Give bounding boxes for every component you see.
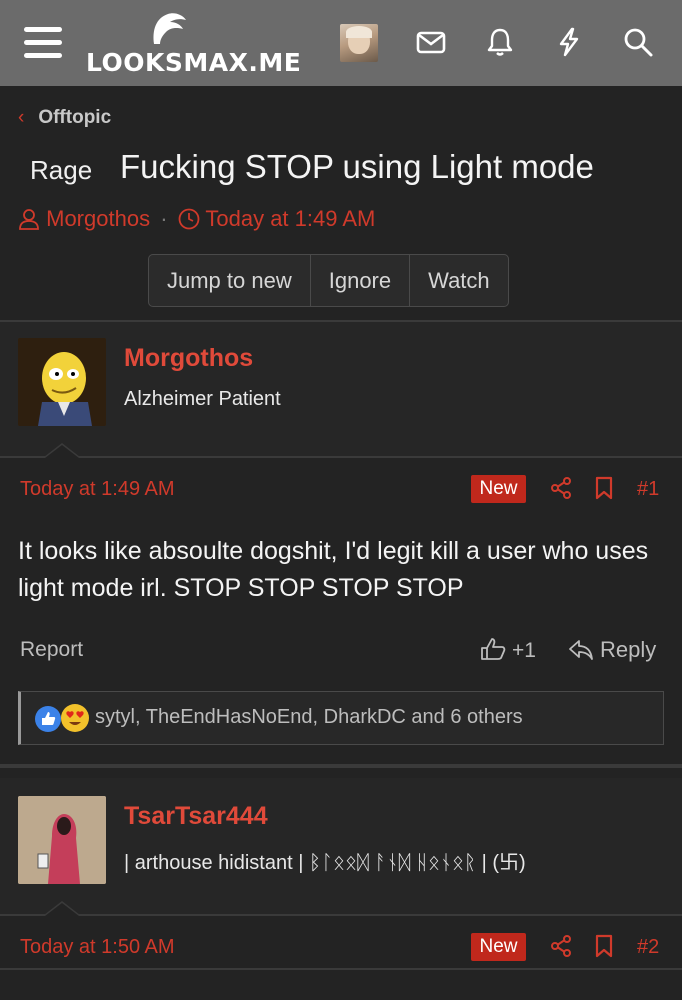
- page-title: Fucking STOP using Light mode: [120, 148, 594, 185]
- post-meta: Today at 1:49 AM New #1: [0, 458, 682, 518]
- user-arrow: [44, 901, 80, 916]
- like-button[interactable]: +1: [480, 637, 536, 663]
- breadcrumb-label: Offtopic: [38, 107, 112, 128]
- logo-text: LOOKSMAX.ME: [86, 48, 302, 77]
- post-number[interactable]: #2: [637, 936, 659, 959]
- like-reaction-icon: [35, 706, 61, 732]
- thumbs-up-icon: [481, 638, 506, 660]
- reaction-users: sytyl, TheEndHasNoEnd, DharkDC and 6 oth…: [95, 706, 523, 728]
- post-date[interactable]: Today at 1:49 AM: [20, 478, 175, 501]
- logo-hair-icon: [153, 13, 186, 44]
- watch-button[interactable]: Watch: [410, 255, 508, 306]
- post-username[interactable]: Morgothos: [124, 344, 253, 373]
- post-body: It looks like absoulte dogshit, I'd legi…: [18, 537, 649, 602]
- thread-author[interactable]: Morgothos: [46, 206, 150, 231]
- thread-actions: Jump to new Ignore Watch: [148, 254, 509, 307]
- bolt-icon[interactable]: [553, 26, 585, 58]
- envelope-icon[interactable]: [415, 26, 447, 58]
- search-icon[interactable]: [622, 26, 654, 58]
- divider: [0, 764, 682, 768]
- thread-meta: Morgothos · Today at 1:49 AM: [18, 206, 375, 232]
- user-arrow: [44, 443, 80, 458]
- post-user-block: TsarTsar444 | arthouse hidistant | ᛒᛚᛟᛟᛞ…: [0, 778, 682, 914]
- user-title: | arthouse hidistant | ᛒᛚᛟᛟᛞ ᚨᚾᛞ ᚺᛟᚾᛟᚱ |…: [124, 852, 526, 874]
- breadcrumb[interactable]: ‹ Offtopic: [18, 107, 111, 129]
- new-badge: New: [471, 933, 526, 961]
- reply-icon: [569, 640, 593, 660]
- like-count: +1: [512, 639, 536, 662]
- top-bar: LOOKSMAX.ME: [0, 0, 682, 86]
- divider: [0, 968, 682, 970]
- jump-to-new-button[interactable]: Jump to new: [149, 255, 311, 306]
- ignore-button[interactable]: Ignore: [311, 255, 411, 306]
- user-icon: [19, 209, 39, 230]
- avatar[interactable]: [18, 796, 106, 884]
- thread-prefix[interactable]: Rage: [30, 155, 92, 186]
- clock-icon: [178, 208, 200, 230]
- reactions-bar[interactable]: sytyl, TheEndHasNoEnd, DharkDC and 6 oth…: [18, 691, 664, 745]
- share-icon[interactable]: [549, 476, 573, 500]
- thread-time[interactable]: Today at 1:49 AM: [205, 206, 375, 231]
- bell-icon[interactable]: [484, 26, 516, 58]
- heart-eyes-reaction-icon: [61, 704, 89, 732]
- post-meta: Today at 1:50 AM New #2: [0, 916, 682, 976]
- user-title: Alzheimer Patient: [124, 388, 281, 410]
- user-avatar[interactable]: [340, 24, 378, 62]
- report-link[interactable]: Report: [20, 638, 83, 662]
- post-username[interactable]: TsarTsar444: [124, 802, 268, 831]
- post-user-block: Morgothos Alzheimer Patient: [0, 322, 682, 456]
- menu-icon[interactable]: [24, 27, 62, 59]
- avatar[interactable]: [18, 338, 106, 426]
- reply-label: Reply: [600, 637, 657, 662]
- post-number[interactable]: #1: [637, 478, 659, 501]
- chevron-left-icon: ‹: [18, 107, 25, 128]
- bookmark-icon[interactable]: [594, 934, 614, 958]
- new-badge: New: [471, 475, 526, 503]
- site-logo[interactable]: LOOKSMAX.ME: [86, 8, 301, 78]
- share-icon[interactable]: [549, 934, 573, 958]
- reply-button[interactable]: Reply: [568, 637, 656, 663]
- post-date[interactable]: Today at 1:50 AM: [20, 936, 175, 959]
- bookmark-icon[interactable]: [594, 476, 614, 500]
